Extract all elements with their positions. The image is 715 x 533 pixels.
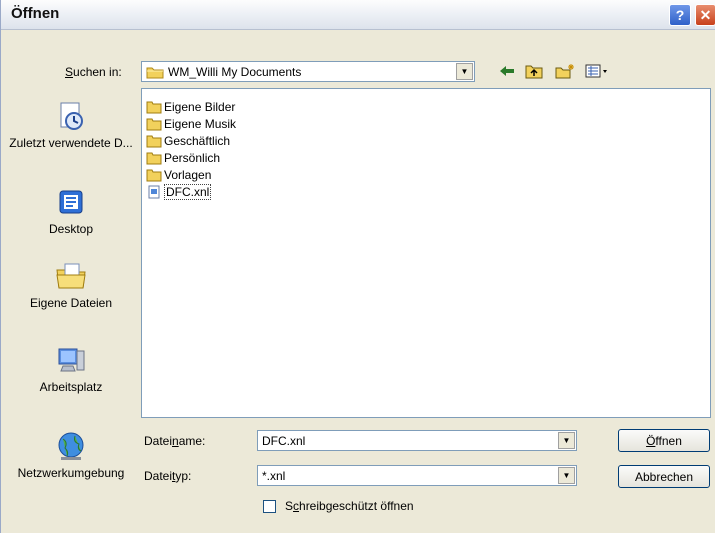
chevron-down-icon[interactable]: ▼ <box>456 63 473 80</box>
desktop-icon <box>59 190 83 214</box>
list-item[interactable]: Persönlich <box>146 149 220 166</box>
open-button-mnemonic: Ö <box>646 433 656 448</box>
filename-label-prefix: Datei <box>144 434 173 448</box>
folder-icon <box>146 101 162 113</box>
filename-label-rest: ame: <box>178 434 206 448</box>
readonly-label-prefix: S <box>285 499 294 513</box>
up-folder-icon[interactable] <box>525 63 543 79</box>
folder-icon <box>146 67 164 79</box>
place-recent[interactable]: Zuletzt verwendete D... <box>9 100 133 150</box>
list-item[interactable]: DFC.xnl <box>146 183 212 200</box>
new-folder-icon[interactable] <box>555 63 575 79</box>
filetype-value: *.xnl <box>262 469 286 483</box>
cancel-button[interactable]: Abbrechen <box>618 465 710 488</box>
document-icon <box>148 185 160 198</box>
list-item[interactable]: Geschäftlich <box>146 132 230 149</box>
list-item[interactable]: Vorlagen <box>146 166 211 183</box>
my-documents-icon <box>56 263 86 289</box>
place-recent-label: Zuletzt verwendete D... <box>9 136 133 150</box>
place-network-label: Netzwerkumgebung <box>17 466 125 480</box>
view-menu-icon[interactable] <box>585 63 609 79</box>
place-desktop[interactable]: Desktop <box>9 186 133 236</box>
file-list[interactable]: Eigene Bilder Eigene Musik Geschäftlich … <box>141 88 711 418</box>
recent-documents-icon <box>60 102 83 130</box>
file-name: Eigene Musik <box>164 116 237 131</box>
back-arrow-icon[interactable] <box>498 63 516 79</box>
list-item[interactable]: Eigene Musik <box>146 115 236 132</box>
place-network[interactable]: Netzwerkumgebung <box>9 430 133 480</box>
places-bar: Zuletzt verwendete D... Desktop Eigene D… <box>9 88 133 508</box>
place-my-documents[interactable]: Eigene Dateien <box>9 260 133 310</box>
file-name: Eigene Bilder <box>164 99 236 114</box>
my-computer-icon <box>58 348 85 372</box>
lookin-combo[interactable]: WM_Willi My Documents ▼ <box>141 61 475 82</box>
filename-label-mnemonic: n <box>172 434 179 448</box>
file-name: DFC.xnl <box>164 183 212 200</box>
file-name: Geschäftlich <box>164 133 231 148</box>
dialog-title: Öffnen <box>11 5 60 22</box>
place-desktop-label: Desktop <box>48 222 94 236</box>
file-name: Vorlagen <box>164 167 212 182</box>
folder-icon <box>146 135 162 147</box>
readonly-label-rest: hreibgeschützt öffnen <box>299 499 414 513</box>
cancel-button-label: Abbrechen <box>634 469 694 484</box>
help-button[interactable]: ? <box>669 4 691 26</box>
help-icon: ? <box>675 7 685 23</box>
folder-icon <box>146 152 162 164</box>
filename-value: DFC.xnl <box>262 434 306 448</box>
network-places-icon <box>58 432 84 460</box>
filetype-label-prefix: Datei <box>144 469 173 483</box>
lookin-value: WM_Willi My Documents <box>168 65 302 79</box>
filetype-label: Dateityp: <box>144 469 191 483</box>
open-dialog: Öffnen ? ✕ Suchen in: WM_Willi My Docume… <box>0 0 715 533</box>
filename-label: Dateiname: <box>144 434 205 448</box>
open-button[interactable]: Öffnen <box>618 429 710 452</box>
lookin-label-mnemonic: S <box>65 65 74 79</box>
open-button-label: ffnen <box>655 433 682 448</box>
folder-icon <box>146 169 162 181</box>
chevron-down-icon[interactable]: ▼ <box>558 467 575 484</box>
close-icon: ✕ <box>699 6 712 23</box>
folder-icon <box>146 118 162 130</box>
title-bar[interactable]: Öffnen ? ✕ <box>1 0 715 30</box>
readonly-checkbox[interactable] <box>263 500 276 513</box>
lookin-label-rest: uchen in: <box>73 65 122 79</box>
readonly-label[interactable]: Schreibgeschützt öffnen <box>285 499 414 513</box>
place-my-computer[interactable]: Arbeitsplatz <box>9 344 133 394</box>
close-button[interactable]: ✕ <box>695 4 715 26</box>
lookin-label: Suchen in: <box>65 65 122 79</box>
filename-input[interactable]: DFC.xnl ▼ <box>257 430 577 451</box>
list-item[interactable]: Eigene Bilder <box>146 98 235 115</box>
filetype-label-rest: yp: <box>175 469 192 483</box>
place-my-computer-label: Arbeitsplatz <box>39 380 103 394</box>
file-name: Persönlich <box>164 150 221 165</box>
chevron-down-icon[interactable]: ▼ <box>558 432 575 449</box>
filetype-select[interactable]: *.xnl ▼ <box>257 465 577 486</box>
place-my-documents-label: Eigene Dateien <box>29 296 113 310</box>
